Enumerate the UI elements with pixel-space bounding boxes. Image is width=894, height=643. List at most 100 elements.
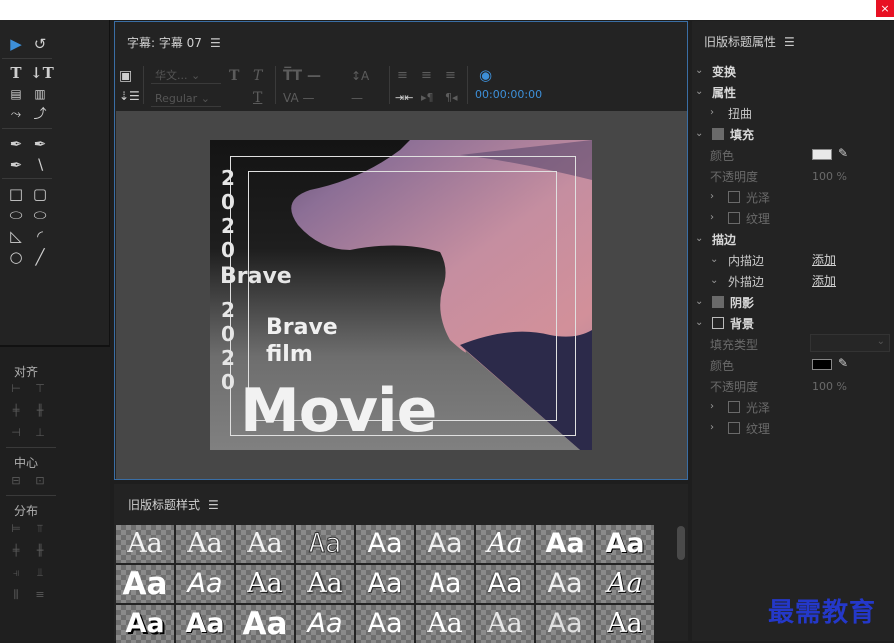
style-swatch[interactable]: Aa [596, 525, 654, 563]
style-swatch[interactable]: Aa [176, 525, 234, 563]
word-wrap-icon[interactable]: ⇥⇤ [395, 90, 413, 106]
add-outer-stroke-link[interactable]: 添加 [812, 272, 836, 289]
distribute-bottom-icon[interactable]: ⫫ [32, 565, 48, 581]
selection-tool-icon[interactable]: ▶ [6, 35, 26, 53]
distort-section[interactable]: 扭曲 [728, 105, 752, 122]
align-left-icon[interactable]: ⊢ [8, 381, 24, 397]
type-tool-icon[interactable]: T [6, 64, 26, 82]
chevron-down-icon[interactable]: ⌄ [695, 65, 703, 76]
align-v-center-icon[interactable]: ╫ [32, 403, 48, 419]
underline-icon[interactable]: T [253, 90, 262, 106]
style-swatch[interactable]: Aa [356, 605, 414, 643]
add-anchor-tool-icon[interactable]: ✒ [6, 156, 26, 174]
panel-menu-icon[interactable]: ☰ [784, 35, 795, 49]
chevron-down-icon[interactable]: ⌄ [695, 296, 703, 307]
background-checkbox[interactable] [712, 317, 724, 329]
strokes-section[interactable]: 描边 [712, 231, 736, 248]
style-swatch[interactable]: Aa [296, 605, 354, 643]
align-right-icon[interactable]: ⊣ [8, 425, 24, 441]
style-swatch[interactable]: Aa [116, 525, 174, 563]
clipped-rectangle-tool-icon[interactable]: ⬭ [6, 206, 26, 224]
vertical-path-type-tool-icon[interactable]: ⤴ [30, 106, 50, 124]
align-left-text-icon[interactable]: ≡ [397, 68, 408, 84]
eyedropper-icon[interactable]: ✎ [838, 146, 848, 160]
chevron-right-icon[interactable]: › [710, 212, 714, 223]
texture-checkbox[interactable] [728, 212, 740, 224]
chevron-right-icon[interactable]: › [710, 107, 714, 118]
ellipse-tool-icon[interactable]: ○ [6, 248, 26, 266]
bold-icon[interactable]: T [229, 68, 239, 84]
distribute-v-even-icon[interactable]: ≡ [32, 587, 48, 603]
film-background-icon[interactable]: ▣ [119, 68, 132, 84]
style-swatch[interactable]: Aa [476, 525, 534, 563]
fill-checkbox[interactable] [712, 128, 724, 140]
timecode[interactable]: 00:00:00:00 [475, 88, 542, 101]
chevron-down-icon[interactable]: ⌄ [695, 317, 703, 328]
background-section[interactable]: 背景 [730, 315, 754, 332]
chevron-down-icon[interactable]: ⌄ [695, 128, 703, 139]
bg-opacity-value[interactable]: 100 % [812, 380, 847, 393]
chevron-right-icon[interactable]: › [710, 191, 714, 202]
style-swatch[interactable]: Aa [356, 525, 414, 563]
vertical-year-bottom[interactable]: 2 0 2 0 [218, 298, 238, 394]
distribute-v-center-icon[interactable]: ╫ [32, 543, 48, 559]
shadow-checkbox[interactable] [712, 296, 724, 308]
chevron-down-icon[interactable]: ⌄ [695, 233, 703, 244]
style-swatch[interactable]: Aa [236, 565, 294, 603]
rectangle-tool-icon[interactable]: □ [6, 185, 26, 203]
center-vertical-icon[interactable]: ⊡ [32, 473, 48, 489]
style-swatch[interactable]: Aa [416, 525, 474, 563]
fill-opacity-value[interactable]: 100 % [812, 170, 847, 183]
styles-scrollbar[interactable] [677, 526, 685, 560]
chevron-down-icon[interactable]: ⌄ [710, 254, 718, 265]
shadow-section[interactable]: 阴影 [730, 294, 754, 311]
properties-panel-tab[interactable]: 旧版标题属性 ☰ [704, 33, 795, 50]
style-swatch[interactable]: Aa [596, 605, 654, 643]
convert-anchor-tool-icon[interactable]: ∖ [30, 156, 50, 174]
wedge-tool-icon[interactable]: ◺ [6, 227, 26, 245]
style-swatch[interactable]: Aa [356, 565, 414, 603]
font-family-select[interactable]: 华文... ⌄ [151, 67, 221, 84]
baseline-value[interactable]: — [351, 90, 363, 106]
delete-anchor-tool-icon[interactable]: ✒ [30, 135, 50, 153]
style-swatch[interactable]: Aa [476, 605, 534, 643]
vertical-year-top[interactable]: 2 0 2 0 [218, 166, 238, 262]
panel-menu-icon[interactable]: ☰ [208, 498, 219, 512]
panel-menu-icon[interactable]: ☰ [210, 36, 221, 50]
fill-color-swatch[interactable] [812, 149, 832, 160]
tab-left-icon[interactable]: ▸¶ [421, 90, 434, 106]
fill-section[interactable]: 填充 [730, 126, 754, 143]
style-swatch[interactable]: Aa [296, 565, 354, 603]
rotation-tool-icon[interactable]: ↺ [30, 35, 50, 53]
style-swatch[interactable]: Aa [416, 605, 474, 643]
style-swatch[interactable]: Aa [536, 605, 594, 643]
align-top-icon[interactable]: ⊤ [32, 381, 48, 397]
style-swatch[interactable]: Aa [596, 565, 654, 603]
distribute-h-center-icon[interactable]: ╪ [8, 543, 24, 559]
brave-film-text[interactable]: Brave film [266, 314, 338, 368]
style-swatch[interactable]: Aa [416, 565, 474, 603]
bg-texture-checkbox[interactable] [728, 422, 740, 434]
style-swatch[interactable]: Aa [296, 525, 354, 563]
area-type-tool-icon[interactable]: ▤ [6, 85, 26, 103]
vertical-area-type-tool-icon[interactable]: ▥ [30, 85, 50, 103]
style-swatch[interactable]: Aa [536, 565, 594, 603]
distribute-h-even-icon[interactable]: ⫼ [8, 587, 24, 603]
line-tool-icon[interactable]: ╱ [30, 248, 50, 266]
arc-tool-icon[interactable]: ◜ [30, 227, 50, 245]
distribute-left-icon[interactable]: ⊨ [8, 521, 24, 537]
properties-section[interactable]: 属性 [712, 84, 736, 101]
fill-type-select[interactable]: ⌄ [810, 334, 890, 352]
path-type-tool-icon[interactable]: ⤳ [6, 106, 26, 124]
align-right-text-icon[interactable]: ≡ [445, 68, 456, 84]
style-swatch[interactable]: Aa [536, 525, 594, 563]
sheen-checkbox[interactable] [728, 191, 740, 203]
movie-text[interactable]: Movie [240, 376, 437, 446]
show-video-icon[interactable]: ◉ [479, 66, 492, 84]
chevron-down-icon[interactable]: ⌄ [695, 86, 703, 97]
style-swatch[interactable]: Aa [236, 525, 294, 563]
font-size-icon[interactable]: T̅T — [283, 68, 321, 84]
font-style-select[interactable]: Regular ⌄ [151, 90, 221, 107]
style-swatch[interactable]: Aa [476, 565, 534, 603]
close-button[interactable]: × [876, 0, 894, 17]
